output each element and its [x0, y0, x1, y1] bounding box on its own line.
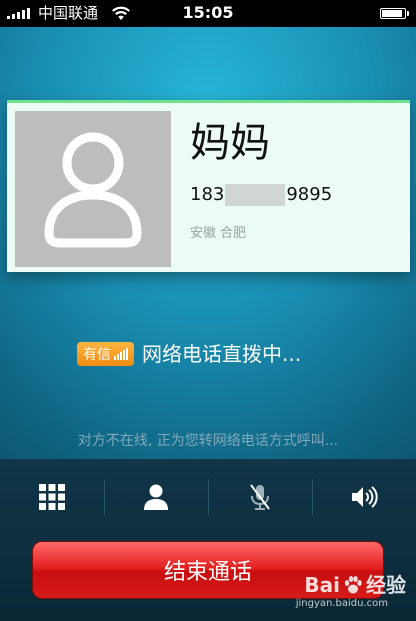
- control-row: [0, 459, 416, 534]
- paw-icon: [344, 576, 362, 594]
- number-mask: [225, 184, 286, 206]
- mute-button[interactable]: [208, 459, 312, 534]
- contacts-button[interactable]: [104, 459, 208, 534]
- contact-location: 安徽 合肥: [190, 226, 247, 241]
- service-badge-label: 有信: [83, 347, 111, 363]
- watermark: Bai 经验: [304, 574, 406, 596]
- contact-number: 183 9895: [190, 183, 332, 207]
- speaker-icon: [352, 485, 378, 508]
- contact-name: 妈妈: [190, 120, 270, 166]
- contact-icon: [144, 484, 168, 510]
- keypad-button[interactable]: [0, 459, 104, 534]
- call-message: 对方不在线, 正为您转网络电话方式呼叫...: [77, 433, 339, 449]
- service-badge: 有信: [77, 342, 134, 366]
- call-status: 网络电话直拨中...: [142, 342, 302, 366]
- watermark-url: jingyan.baidu.com: [295, 598, 388, 609]
- avatar: [15, 111, 171, 267]
- watermark-brand-suffix: 经验: [366, 573, 406, 597]
- person-placeholder-icon: [44, 132, 142, 248]
- battery-icon: [380, 8, 409, 19]
- number-suffix: 9895: [286, 184, 333, 205]
- call-controls-panel: 结束通话: [0, 459, 416, 621]
- keypad-icon: [39, 483, 65, 510]
- number-prefix: 183: [190, 184, 225, 205]
- watermark-brand: Bai: [304, 573, 340, 597]
- mute-icon: [250, 483, 270, 510]
- speaker-button[interactable]: [312, 459, 416, 534]
- signal-bars-icon: [114, 348, 128, 360]
- calling-status-row: 有信 网络电话直拨中...: [77, 340, 301, 368]
- clock: 15:05: [182, 3, 234, 22]
- contact-card: 妈妈 183 9895 安徽 合肥: [7, 100, 410, 272]
- status-bar: 中国联通 15:05: [0, 0, 416, 27]
